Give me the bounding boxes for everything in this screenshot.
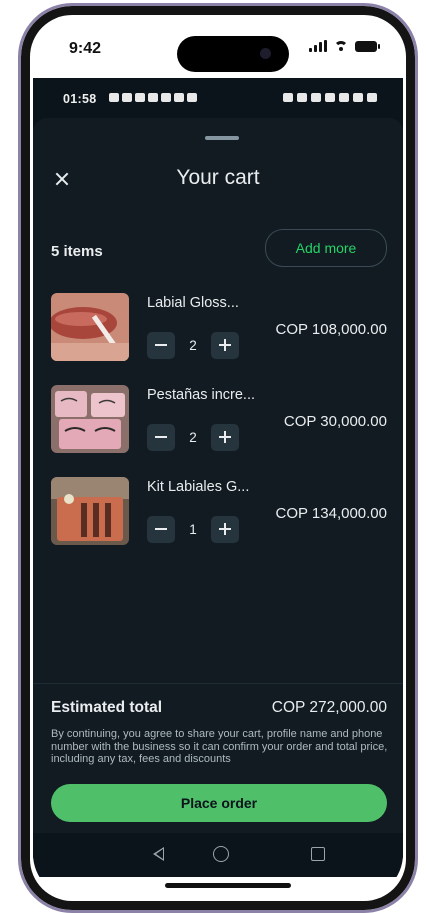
cart-sheet: Your cart 5 items Add more Labial Gloss.… <box>33 118 403 877</box>
add-more-button[interactable]: Add more <box>265 229 387 267</box>
android-nav-bar <box>33 833 403 877</box>
phone-screen: 9:42 01:58 Your cart 5 items Add more La… <box>33 18 403 898</box>
home-indicator[interactable] <box>165 883 291 888</box>
item-price: COP 30,000.00 <box>283 413 387 430</box>
quantity-stepper: 2 <box>147 424 239 451</box>
item-name: Kit Labiales G... <box>147 479 250 495</box>
android-system-icons <box>283 93 377 102</box>
sheet-grabber[interactable] <box>205 136 239 140</box>
product-thumbnail <box>51 477 129 545</box>
quantity-stepper: 2 <box>147 332 239 359</box>
plus-icon[interactable] <box>211 332 239 359</box>
cart-item: Labial Gloss... 2 COP 108,000.00 <box>51 293 387 363</box>
item-price: COP 134,000.00 <box>275 505 387 522</box>
items-count: 5 items <box>51 243 103 260</box>
place-order-button[interactable]: Place order <box>51 784 387 822</box>
item-name: Labial Gloss... <box>147 295 239 311</box>
estimated-total-label: Estimated total <box>51 699 163 716</box>
item-name: Pestañas incre... <box>147 387 255 403</box>
recents-icon[interactable] <box>311 847 325 861</box>
plus-icon[interactable] <box>211 516 239 543</box>
item-quantity: 2 <box>189 430 197 445</box>
quantity-stepper: 1 <box>147 516 239 543</box>
ios-time: 9:42 <box>69 40 102 57</box>
product-thumbnail <box>51 385 129 453</box>
estimated-total-value: COP 272,000.00 <box>271 699 387 716</box>
item-quantity: 2 <box>189 338 197 353</box>
minus-icon[interactable] <box>147 516 175 543</box>
divider <box>33 683 403 684</box>
cart-item: Pestañas incre... 2 COP 30,000.00 <box>51 385 387 455</box>
wifi-icon <box>334 41 348 51</box>
product-thumbnail <box>51 293 129 361</box>
camera-icon <box>260 48 271 59</box>
ios-status-icons <box>309 40 380 52</box>
minus-icon[interactable] <box>147 332 175 359</box>
notification-icons <box>109 93 197 102</box>
android-time: 01:58 <box>63 92 97 106</box>
cart-item: Kit Labiales G... 1 COP 134,000.00 <box>51 477 387 547</box>
back-icon[interactable] <box>153 847 164 861</box>
home-icon[interactable] <box>213 846 229 862</box>
page-title: Your cart <box>176 166 260 189</box>
item-quantity: 1 <box>189 522 197 537</box>
app-screen: 01:58 Your cart 5 items Add more Labial … <box>33 78 403 877</box>
android-status-bar: 01:58 <box>33 78 403 118</box>
phone-frame: 9:42 01:58 Your cart 5 items Add more La… <box>18 3 418 913</box>
minus-icon[interactable] <box>147 424 175 451</box>
battery-icon <box>355 40 380 52</box>
disclaimer-text: By continuing, you agree to share your c… <box>51 728 388 765</box>
dynamic-island <box>177 36 289 72</box>
signal-icon <box>309 40 327 52</box>
plus-icon[interactable] <box>211 424 239 451</box>
ios-status-bar: 9:42 <box>33 18 403 78</box>
item-price: COP 108,000.00 <box>275 321 387 338</box>
